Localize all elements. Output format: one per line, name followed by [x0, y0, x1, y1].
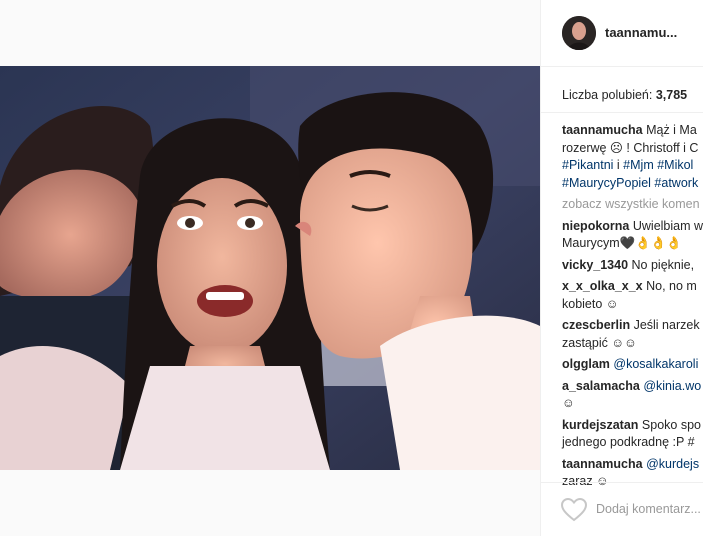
comment-username[interactable]: olgglam: [562, 357, 610, 371]
mention-link[interactable]: @kosalkakaroli: [613, 357, 698, 371]
header-divider: [541, 66, 703, 67]
footer-divider: [541, 482, 703, 483]
avatar[interactable]: [562, 16, 596, 50]
comment-username[interactable]: vicky_1340: [562, 258, 628, 272]
comment-item: niepokorna Uwielbiam w: [562, 218, 703, 233]
comment-item: czescberlin Jeśli narzek: [562, 318, 700, 332]
comment-username[interactable]: niepokorna: [562, 219, 629, 233]
comment-item: kurdejszatan Spoko spo: [562, 417, 701, 432]
post-sidebar: taannamu... Liczba polubień: 3,785 taann…: [541, 0, 703, 536]
caption-line-2: rozerwę ☹ ! Christoff i C: [562, 140, 699, 155]
add-comment-input[interactable]: Dodaj komentarz...: [596, 502, 701, 516]
caption: taannamucha Mąż i Ma: [562, 122, 703, 140]
hashtag-link[interactable]: #atwork: [654, 176, 698, 190]
comment-continuation: ☺: [562, 396, 575, 410]
comment-item: olgglam @kosalkakaroli: [562, 356, 703, 374]
comment-continuation: jednego podkradnę :P #: [562, 435, 695, 449]
mention-link[interactable]: @kurdejs: [646, 457, 699, 471]
comment-item: taannamucha @kurdejs: [562, 456, 703, 474]
comment-item: a_salamacha @kinia.wo: [562, 378, 703, 396]
likes-label: Liczba polubień:: [562, 88, 656, 102]
photo-pane: [0, 0, 540, 536]
comment-username[interactable]: taannamucha: [562, 457, 643, 471]
caption-line-4: #MaurycyPopiel #atwork: [562, 175, 703, 193]
mention-link[interactable]: @kinia.wo: [643, 379, 701, 393]
comment-continuation: zastąpić ☺☺: [562, 335, 637, 350]
caption-username[interactable]: taannamucha: [562, 123, 643, 137]
hashtag-link[interactable]: #Pikantni: [562, 158, 613, 172]
post-author-username[interactable]: taannamu...: [605, 25, 677, 40]
likes-count[interactable]: Liczba polubień: 3,785: [562, 88, 687, 102]
hashtag-link[interactable]: #MaurycyPopiel: [562, 176, 651, 190]
comment-item: vicky_1340 No pięknie,: [562, 257, 695, 272]
like-heart-icon[interactable]: [560, 497, 588, 522]
hashtag-link[interactable]: #Mjm: [623, 158, 654, 172]
comment-username[interactable]: czescberlin: [562, 318, 630, 332]
comment-item: x_x_olka_x_x No, no m: [562, 279, 697, 293]
caption-line-3: #Pikantni i #Mjm #Mikol: [562, 158, 694, 172]
comment-username[interactable]: x_x_olka_x_x: [562, 279, 643, 293]
view-all-comments-link[interactable]: zobacz wszystkie komen: [562, 196, 703, 214]
comment-continuation: Maurycym🖤👌👌👌: [562, 236, 682, 250]
caption-text: Mąż i Ma: [646, 123, 697, 137]
comment-username[interactable]: a_salamacha: [562, 379, 640, 393]
comment-continuation: kobieto ☺: [562, 296, 619, 311]
post-header: taannamu...: [541, 0, 703, 66]
hashtag-link[interactable]: #Mikol: [657, 158, 693, 172]
comment-list: taannamucha Mąż i Ma rozerwę ☹ ! Christo…: [562, 122, 703, 491]
likes-divider: [541, 112, 703, 113]
likes-number: 3,785: [655, 88, 688, 102]
post-photo[interactable]: [0, 66, 540, 470]
comment-username[interactable]: kurdejszatan: [562, 418, 638, 432]
